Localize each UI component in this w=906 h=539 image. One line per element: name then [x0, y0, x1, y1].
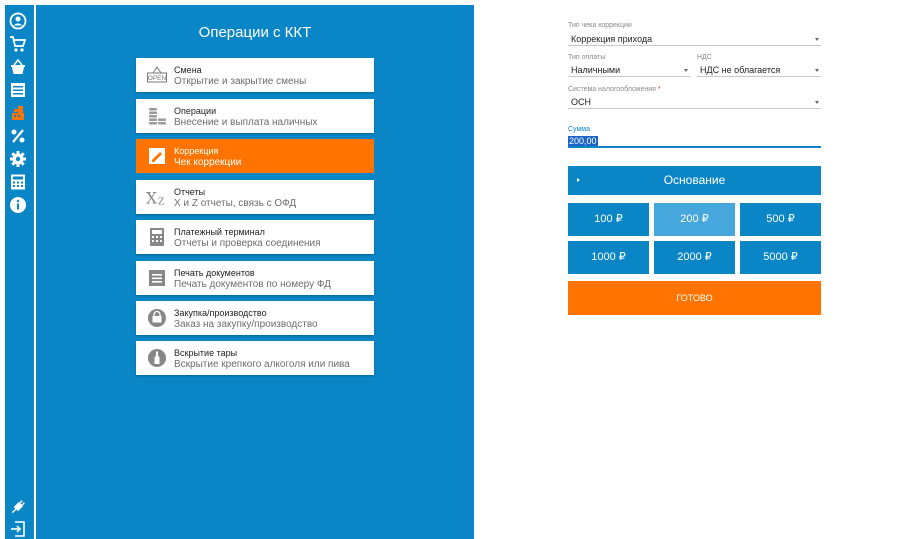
document-icon [146, 267, 168, 289]
bag-icon [146, 307, 168, 329]
menu-item-payment-terminal[interactable]: Платежный терминал Отчеты и проверка сое… [136, 220, 374, 254]
menu-item-subtitle: X и Z отчеты, связь с ОФД [174, 198, 297, 209]
operations-panel: Операции с ККТ OPEN Смена Открытие и зак… [36, 5, 474, 539]
user-circle-icon[interactable] [9, 12, 27, 30]
vat-label: НДС [697, 54, 712, 61]
menu-item-title: Печать документов [174, 268, 255, 278]
menu-item-subtitle: Отчеты и проверка соединения [174, 238, 321, 249]
menu-item-subtitle: Вскрытие крепкого алкоголя или пива [174, 359, 350, 370]
menu-item-title: Вскрытие тары [174, 348, 238, 358]
payment-type-select[interactable]: Наличными [568, 63, 690, 77]
menu-item-subtitle: Внесение и выплата наличных [174, 117, 318, 128]
chevron-right-icon [577, 178, 580, 182]
info-icon[interactable] [9, 196, 27, 214]
amount-button-100[interactable]: 100 ₽ [568, 203, 649, 236]
menu-item-title: Смена [174, 65, 202, 75]
panel-title: Операции с ККТ [198, 24, 312, 41]
plug-icon[interactable] [9, 498, 27, 516]
amount-button-500[interactable]: 500 ₽ [740, 203, 821, 236]
bottle-icon [146, 347, 168, 369]
vat-select[interactable]: НДС не облагается [697, 63, 821, 77]
menu-item-subtitle: Чек коррекции [174, 157, 242, 168]
vat-value: НДС не облагается [700, 65, 781, 75]
svg-text:X: X [146, 189, 158, 207]
svg-text:OPEN: OPEN [148, 75, 167, 82]
chevron-down-icon [815, 38, 819, 41]
menu-item-open-container[interactable]: Вскрытие тары Вскрытие крепкого алкоголя… [136, 341, 374, 375]
menu-item-operations[interactable]: Операции Внесение и выплата наличных [136, 99, 374, 133]
gear-icon[interactable] [9, 150, 27, 168]
menu-item-title: Платежный терминал [174, 227, 265, 237]
tax-system-value: ОСН [571, 97, 591, 107]
sum-value: 200,00 [568, 136, 598, 146]
open-sign-icon: OPEN [146, 64, 168, 86]
menu-item-subtitle: Открытие и закрытие смены [174, 76, 307, 87]
receipt-type-label: Тип чека коррекции [568, 22, 632, 29]
chevron-down-icon [815, 69, 819, 72]
menu-item-subtitle: Заказ на закупку/производство [174, 319, 318, 330]
required-mark: * [657, 86, 661, 93]
basis-button[interactable]: Основание [568, 166, 821, 195]
terminal-icon [146, 226, 168, 248]
payment-type-value: Наличными [571, 65, 621, 75]
tax-system-label: Система налогообложения * [568, 86, 661, 93]
cart-icon[interactable] [9, 35, 27, 53]
amount-button-200[interactable]: 200 ₽ [654, 203, 735, 236]
sidebar-rail [5, 5, 35, 539]
sum-label: Сумма [568, 126, 590, 133]
basis-button-label: Основание [663, 173, 726, 187]
amount-button-1000[interactable]: 1000 ₽ [568, 241, 649, 274]
percent-icon[interactable] [9, 127, 27, 145]
amount-button-2000[interactable]: 2000 ₽ [654, 241, 735, 274]
payment-type-label: Тип оплаты [568, 54, 606, 61]
done-button[interactable]: ГОТОВО [568, 281, 821, 315]
amount-button-5000[interactable]: 5000 ₽ [740, 241, 821, 274]
menu-item-title: Отчеты [174, 187, 206, 197]
menu-item-purchase[interactable]: Закупка/производство Заказ на закупку/пр… [136, 301, 374, 335]
coins-icon [146, 105, 168, 127]
menu-item-title: Операции [174, 106, 217, 116]
app-root: Операции с ККТ OPEN Смена Открытие и зак… [0, 0, 906, 539]
list-icon[interactable] [9, 81, 27, 99]
logout-icon[interactable] [9, 520, 27, 538]
menu-item-subtitle: Печать документов по номеру ФД [174, 279, 331, 290]
svg-text:Z: Z [158, 196, 164, 207]
menu-item-print-documents[interactable]: Печать документов Печать документов по н… [136, 261, 374, 295]
menu-item-shift[interactable]: OPEN Смена Открытие и закрытие смены [136, 58, 374, 92]
menu-item-reports[interactable]: XZ Отчеты X и Z отчеты, связь с ОФД [136, 180, 374, 214]
menu-item-title: Закупка/производство [174, 308, 267, 318]
receipt-type-value: Коррекция прихода [571, 34, 653, 44]
tax-system-select[interactable]: ОСН [568, 95, 821, 109]
calculator-icon[interactable] [9, 173, 27, 191]
correction-icon [146, 145, 168, 167]
sum-input[interactable]: 200,00 [568, 135, 821, 148]
menu-item-title: Коррекция [174, 146, 219, 156]
xz-icon: XZ [146, 186, 168, 208]
receipt-type-select[interactable]: Коррекция прихода [568, 32, 821, 46]
cash-register-icon[interactable] [9, 104, 27, 122]
menu-item-correction[interactable]: Коррекция Чек коррекции [136, 139, 374, 173]
chevron-down-icon [815, 101, 819, 104]
tax-system-label-text: Система налогообложения [568, 86, 656, 93]
basket-icon[interactable] [9, 58, 27, 76]
chevron-down-icon [684, 69, 688, 72]
